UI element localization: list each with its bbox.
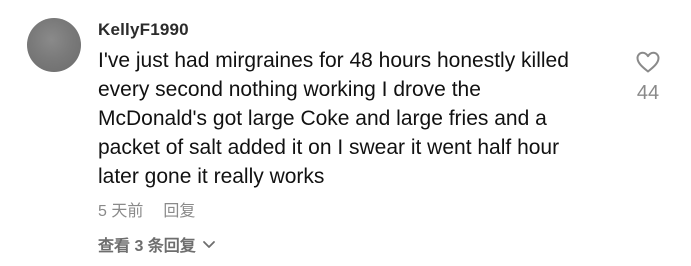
- avatar[interactable]: [27, 18, 81, 72]
- comment-username[interactable]: KellyF1990: [98, 20, 189, 40]
- comment-line: packet of salt added it on I swear it we…: [98, 136, 560, 159]
- chevron-down-icon: [202, 241, 215, 248]
- comment-line: I've just had mirgraines for 48 hours ho…: [98, 49, 569, 72]
- comment-line: later gone it really works: [98, 165, 325, 188]
- timestamp: 5 天前: [98, 203, 144, 220]
- comment-line: McDonald's got large Coke and large frie…: [98, 107, 547, 130]
- view-replies-label: 查看 3 条回复: [98, 238, 196, 255]
- like-section: 44: [630, 50, 666, 105]
- like-count: 44: [636, 82, 660, 104]
- comment-line: every second nothing working I drove the: [98, 78, 481, 101]
- reply-button[interactable]: 回复: [163, 197, 195, 221]
- view-replies-button[interactable]: 查看 3 条回复: [98, 232, 216, 256]
- comment-text: I've just had mirgraines for 48 hours ho…: [98, 46, 618, 191]
- heart-outline-icon[interactable]: [635, 50, 661, 74]
- comment-meta: 5 天前 回复: [98, 197, 195, 221]
